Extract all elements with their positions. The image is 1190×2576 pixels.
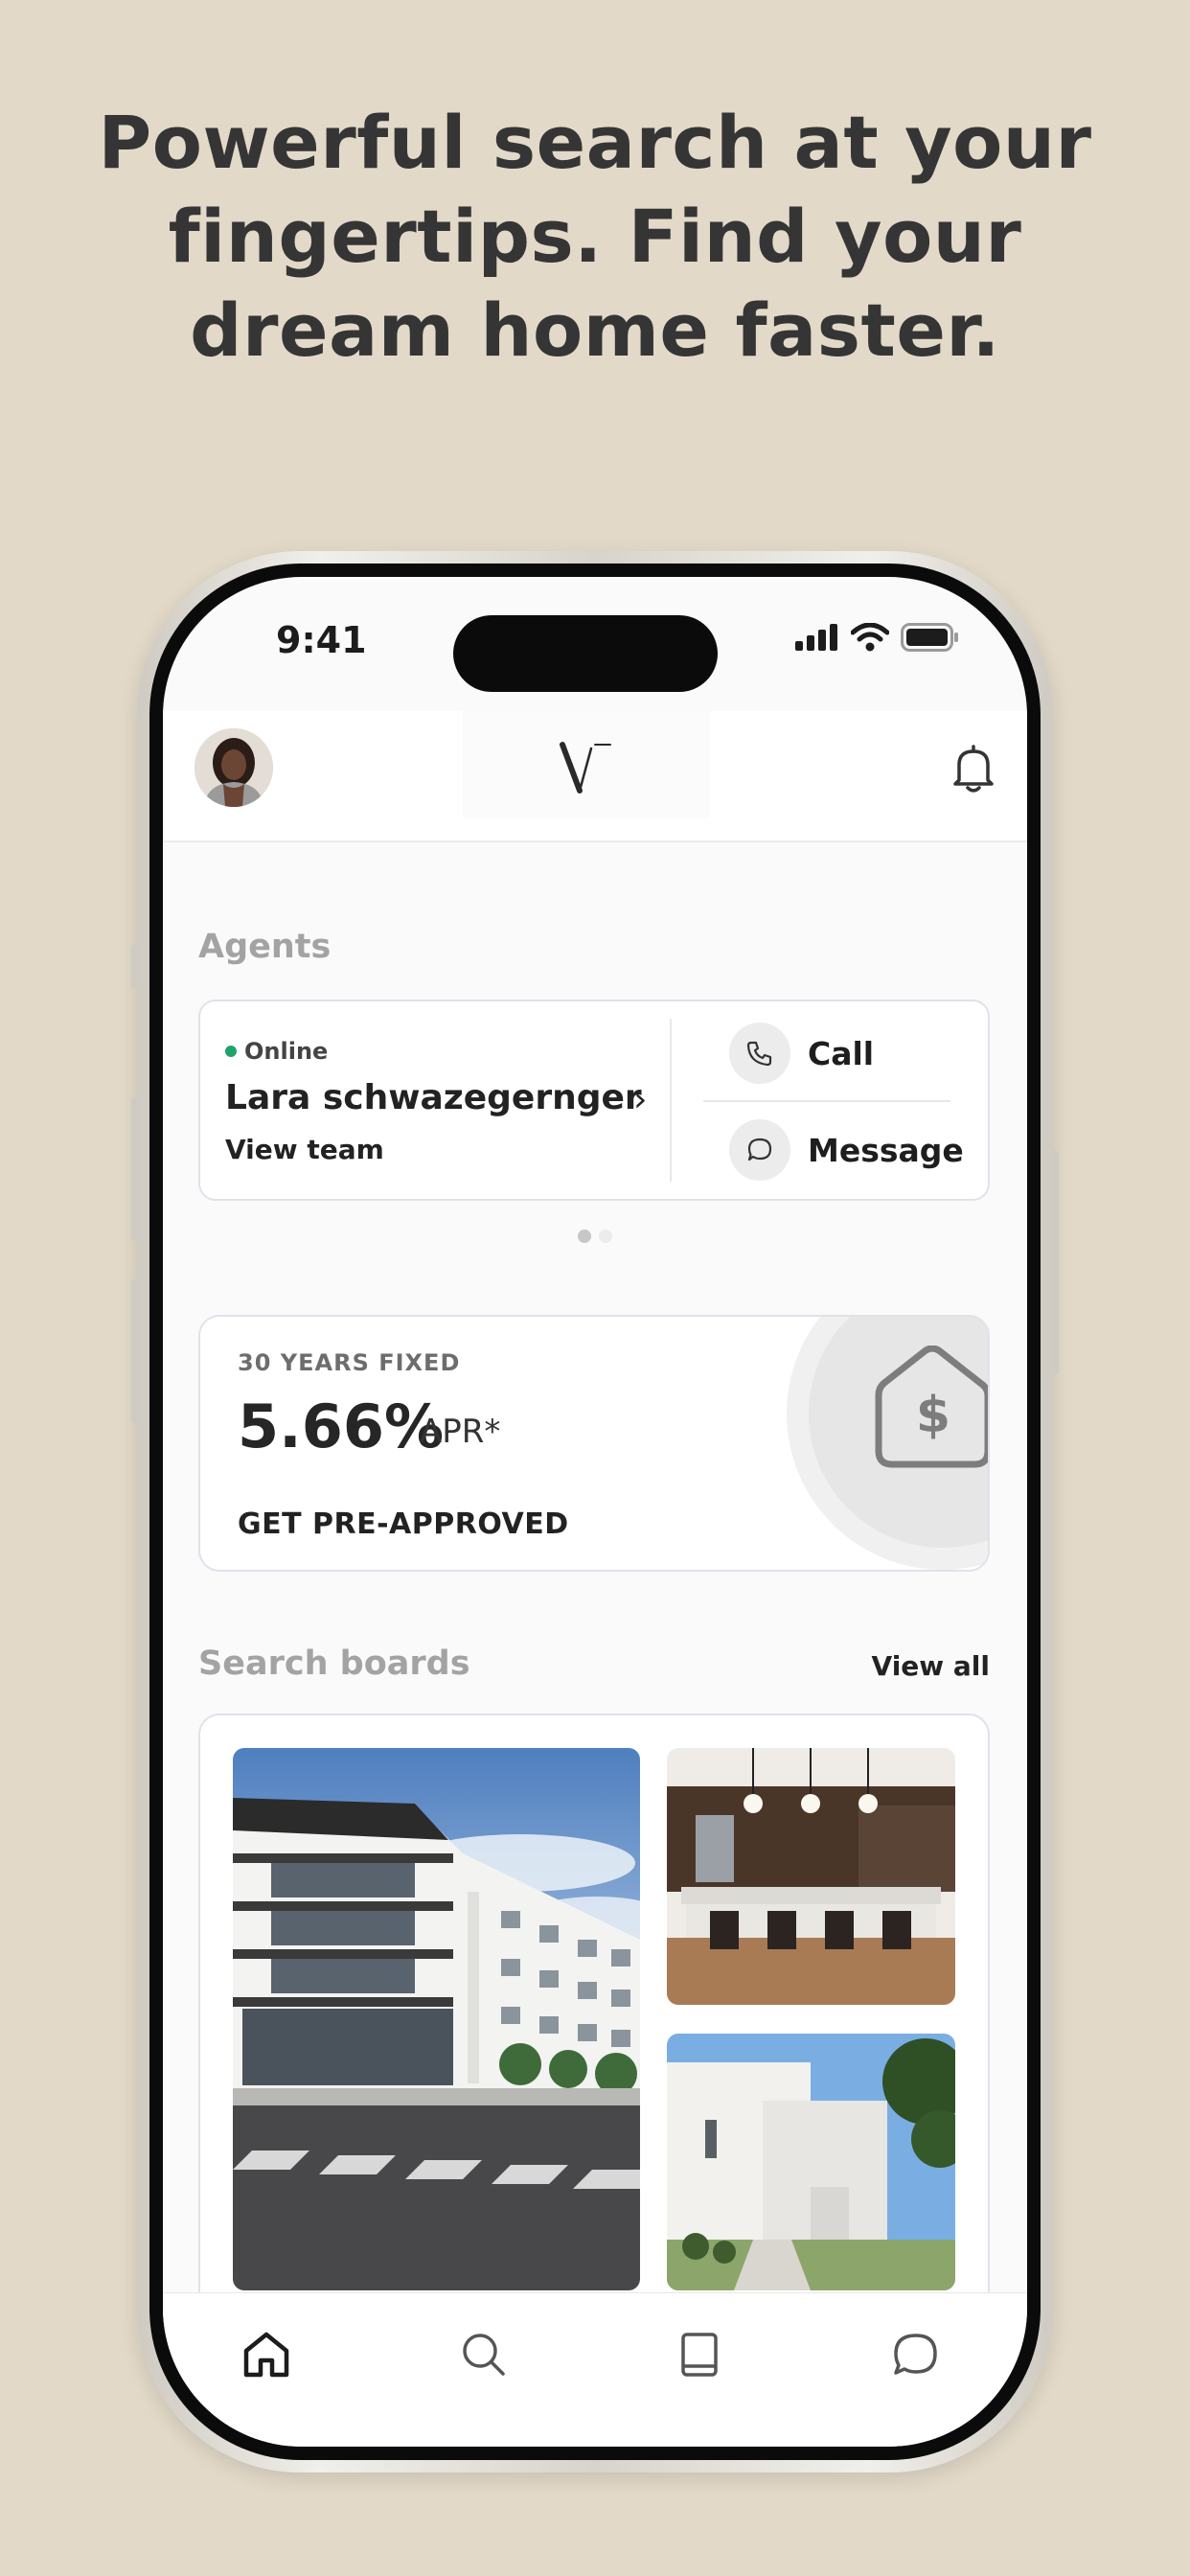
headline-line-3: dream home faster.	[190, 288, 1000, 373]
signal-icon	[795, 624, 837, 651]
brand-logo	[463, 711, 710, 818]
tab-library[interactable]	[671, 2326, 728, 2383]
phone-icon	[729, 1023, 790, 1084]
tab-messages[interactable]	[886, 2326, 944, 2383]
battery-icon	[901, 623, 958, 652]
logo-mark	[560, 742, 611, 794]
rate-value: 5.66%	[238, 1392, 445, 1461]
view-all-link[interactable]: View all	[872, 1650, 990, 1682]
wifi-icon	[851, 623, 889, 652]
pager-dot[interactable]	[599, 1230, 612, 1243]
message-icon	[729, 1119, 790, 1181]
view-team-link[interactable]: View team	[225, 1134, 384, 1165]
phone-screen: 9:41 Agents Online Lara schwazegernger ›…	[163, 577, 1027, 2447]
online-dot	[225, 1046, 237, 1057]
tab-home[interactable]	[238, 2326, 295, 2383]
mortgage-rate-card[interactable]: $ 30 YEARS FIXED 5.66% APR* GET PRE-APPR…	[198, 1315, 990, 1572]
agent-pager	[578, 1230, 612, 1243]
tab-bar	[163, 2292, 1027, 2447]
dynamic-island	[453, 615, 718, 692]
search-icon	[463, 2334, 505, 2376]
tab-search[interactable]	[455, 2326, 513, 2383]
agent-card: Online Lara schwazegernger › View team C…	[198, 1000, 990, 1201]
home-icon	[243, 2332, 289, 2378]
rate-suffix: APR*	[420, 1413, 501, 1451]
power-button	[1051, 1150, 1059, 1375]
headline-line-2: fingertips. Find your	[168, 194, 1022, 279]
bell-icon[interactable]	[951, 744, 995, 794]
kitchen-photo[interactable]	[667, 1748, 955, 2005]
get-pre-approved-button[interactable]: GET PRE-APPROVED	[238, 1507, 569, 1541]
message-button[interactable]: Message	[729, 1119, 964, 1181]
chat-icon	[894, 2334, 937, 2375]
card-divider	[670, 1019, 672, 1182]
volume-down-button	[131, 1279, 139, 1423]
online-label: Online	[244, 1038, 329, 1065]
agent-name[interactable]: Lara schwazegernger	[225, 1078, 642, 1117]
house-dollar-icon: $	[875, 1346, 988, 1468]
agents-title: Agents	[198, 928, 332, 966]
chevron-right-icon[interactable]: ›	[633, 1080, 647, 1119]
svg-text:$: $	[916, 1387, 950, 1444]
call-label: Call	[808, 1034, 875, 1072]
search-board-card[interactable]	[198, 1714, 990, 2327]
call-button[interactable]: Call	[729, 1023, 874, 1084]
volume-up-button	[131, 1097, 139, 1241]
rate-term: 30 YEARS FIXED	[238, 1349, 461, 1376]
book-icon	[681, 2333, 718, 2377]
white-house-photo[interactable]	[667, 2034, 955, 2290]
search-boards-title: Search boards	[198, 1644, 470, 1683]
status-icons	[795, 623, 960, 652]
action-button	[131, 944, 139, 988]
pager-dot-active[interactable]	[578, 1230, 591, 1243]
online-status: Online	[225, 1038, 328, 1065]
avatar[interactable]	[195, 728, 273, 807]
apartment-building-photo[interactable]	[233, 1748, 640, 2290]
headline: Powerful search at your fingertips. Find…	[0, 96, 1190, 378]
message-label: Message	[808, 1131, 964, 1169]
headline-line-1: Powerful search at your	[98, 100, 1092, 185]
app-header	[163, 711, 1027, 842]
status-time: 9:41	[276, 619, 367, 661]
action-divider	[703, 1100, 950, 1102]
